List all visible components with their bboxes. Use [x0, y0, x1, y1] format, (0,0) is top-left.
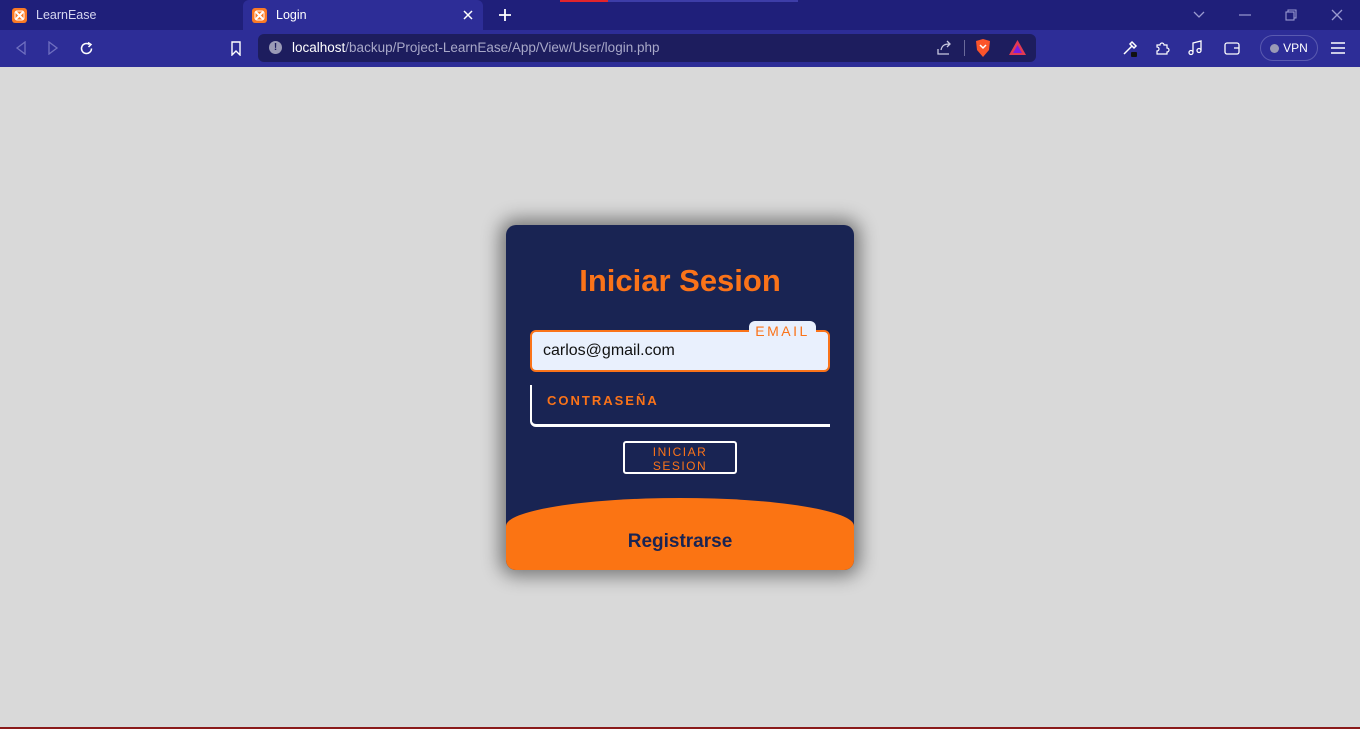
loading-track	[608, 0, 798, 2]
tab-title: LearnEase	[36, 8, 97, 22]
browser-tab-strip: LearnEase Login	[0, 0, 1360, 30]
tab-title: Login	[276, 8, 307, 22]
login-button[interactable]: INICIAR SESION	[623, 441, 737, 474]
minimize-icon[interactable]	[1236, 6, 1254, 24]
close-window-icon[interactable]	[1328, 6, 1346, 24]
music-note-icon[interactable]	[1186, 39, 1204, 57]
reload-icon[interactable]	[77, 39, 95, 57]
brave-shield-icon[interactable]	[974, 38, 992, 63]
url-host: localhost	[292, 40, 346, 55]
new-tab-icon[interactable]	[496, 6, 514, 24]
login-card: Iniciar Sesion carlos@gmail.com EMAIL CO…	[506, 225, 854, 570]
back-arrow-icon[interactable]	[12, 39, 30, 57]
hamburger-menu-icon[interactable]	[1329, 39, 1347, 57]
bookmark-icon[interactable]	[227, 39, 245, 57]
wallet-icon[interactable]	[1223, 39, 1241, 57]
puzzle-icon[interactable]	[1153, 39, 1171, 57]
share-icon[interactable]	[936, 40, 952, 61]
register-button[interactable]: Registrarse	[506, 498, 854, 570]
page-title: Iniciar Sesion	[579, 263, 781, 298]
xampp-favicon-icon	[12, 7, 27, 23]
site-info-icon[interactable]: !	[269, 41, 282, 54]
login-button-label: INICIAR SESION	[652, 445, 708, 473]
address-bar[interactable]: ! localhost/backup/Project-LearnEase/App…	[258, 34, 1036, 62]
url-separator	[964, 40, 965, 56]
forward-arrow-icon[interactable]	[44, 39, 62, 57]
browser-toolbar: ! localhost/backup/Project-LearnEase/App…	[0, 30, 1360, 67]
tab-search-chevron-icon[interactable]	[1190, 6, 1208, 24]
restore-icon[interactable]	[1282, 6, 1300, 24]
close-tab-icon[interactable]	[460, 7, 476, 23]
email-input-value: carlos@gmail.com	[543, 342, 675, 359]
brave-rewards-icon[interactable]	[1008, 39, 1027, 61]
loading-indicator	[560, 0, 608, 2]
vpn-status-icon	[1270, 43, 1280, 53]
vpn-button[interactable]: VPN	[1260, 35, 1318, 61]
vpn-label: VPN	[1283, 41, 1308, 55]
password-field[interactable]: CONTRASEÑA	[530, 385, 830, 427]
register-label: Registrarse	[627, 531, 733, 552]
url-text[interactable]: localhost/backup/Project-LearnEase/App/V…	[292, 40, 659, 55]
xampp-favicon-icon	[252, 7, 267, 23]
tab-learnease[interactable]: LearnEase	[12, 0, 240, 30]
tab-login[interactable]: Login	[243, 0, 483, 30]
password-label: CONTRASEÑA	[547, 393, 659, 408]
url-path: /backup/Project-LearnEase/App/View/User/…	[345, 40, 660, 55]
email-label: EMAIL	[749, 321, 816, 341]
eyedropper-icon[interactable]	[1121, 39, 1139, 57]
